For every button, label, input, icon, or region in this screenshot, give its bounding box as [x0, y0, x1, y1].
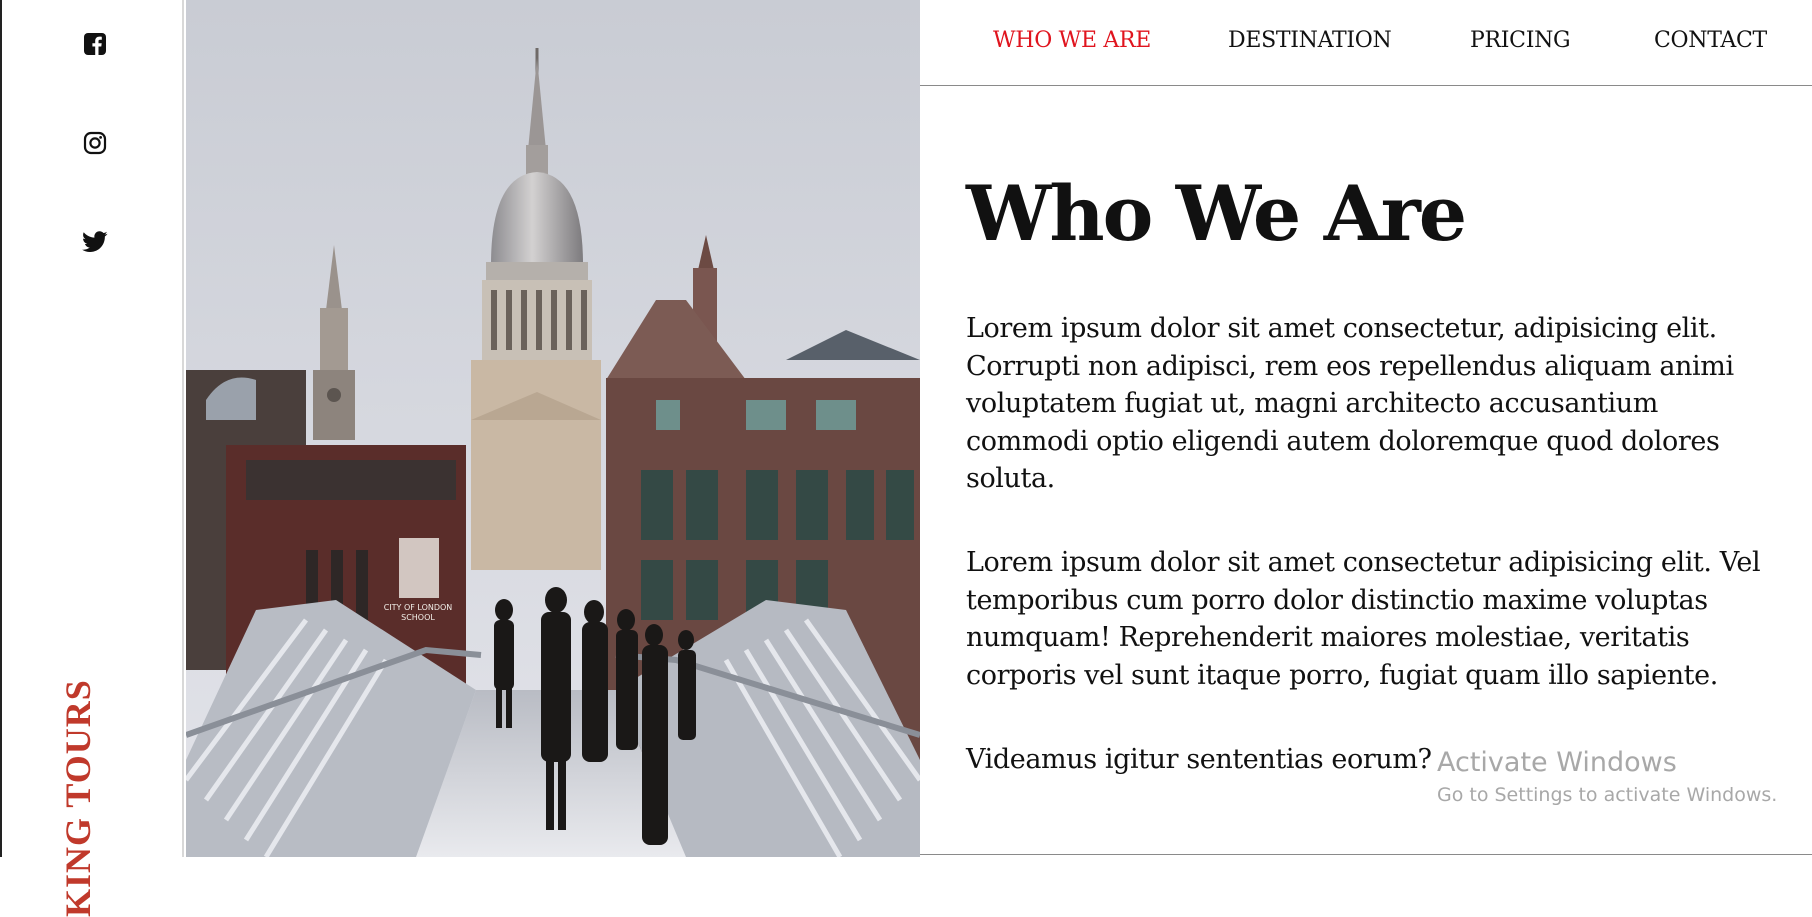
brand-logo-text: KING TOURS: [58, 679, 98, 917]
paragraph-2: Lorem ipsum dolor sit amet consectetur a…: [966, 547, 1761, 691]
twitter-icon[interactable]: [81, 228, 109, 256]
page-title: Who We Are: [966, 169, 1467, 258]
watermark-subtitle: Go to Settings to activate Windows.: [1437, 784, 1778, 806]
facebook-icon[interactable]: [81, 30, 109, 58]
main-content: Who We Are Lorem ipsum dolor sit amet co…: [966, 169, 1766, 775]
windows-activation-watermark: Activate Windows Go to Settings to activ…: [1437, 747, 1777, 806]
social-sidebar: KING TOURS: [0, 0, 184, 917]
nav-who-we-are[interactable]: WHO WE ARE: [993, 28, 1151, 53]
content-bottom-divider: [920, 854, 1812, 855]
top-navigation: WHO WE ARE DESTINATION PRICING CONTACT: [920, 0, 1812, 86]
nav-destination[interactable]: DESTINATION: [1228, 28, 1392, 53]
hero-image: CITY OF LONDON SCHOOL: [186, 0, 920, 857]
nav-contact[interactable]: CONTACT: [1654, 28, 1767, 53]
paragraph-1: Lorem ipsum dolor sit amet consectetur, …: [966, 313, 1734, 494]
sign-text-line2: SCHOOL: [401, 613, 435, 622]
nav-pricing[interactable]: PRICING: [1470, 28, 1571, 53]
instagram-icon[interactable]: [81, 129, 109, 157]
sign-text-line1: CITY OF LONDON: [384, 603, 453, 612]
watermark-title: Activate Windows: [1437, 747, 1677, 778]
